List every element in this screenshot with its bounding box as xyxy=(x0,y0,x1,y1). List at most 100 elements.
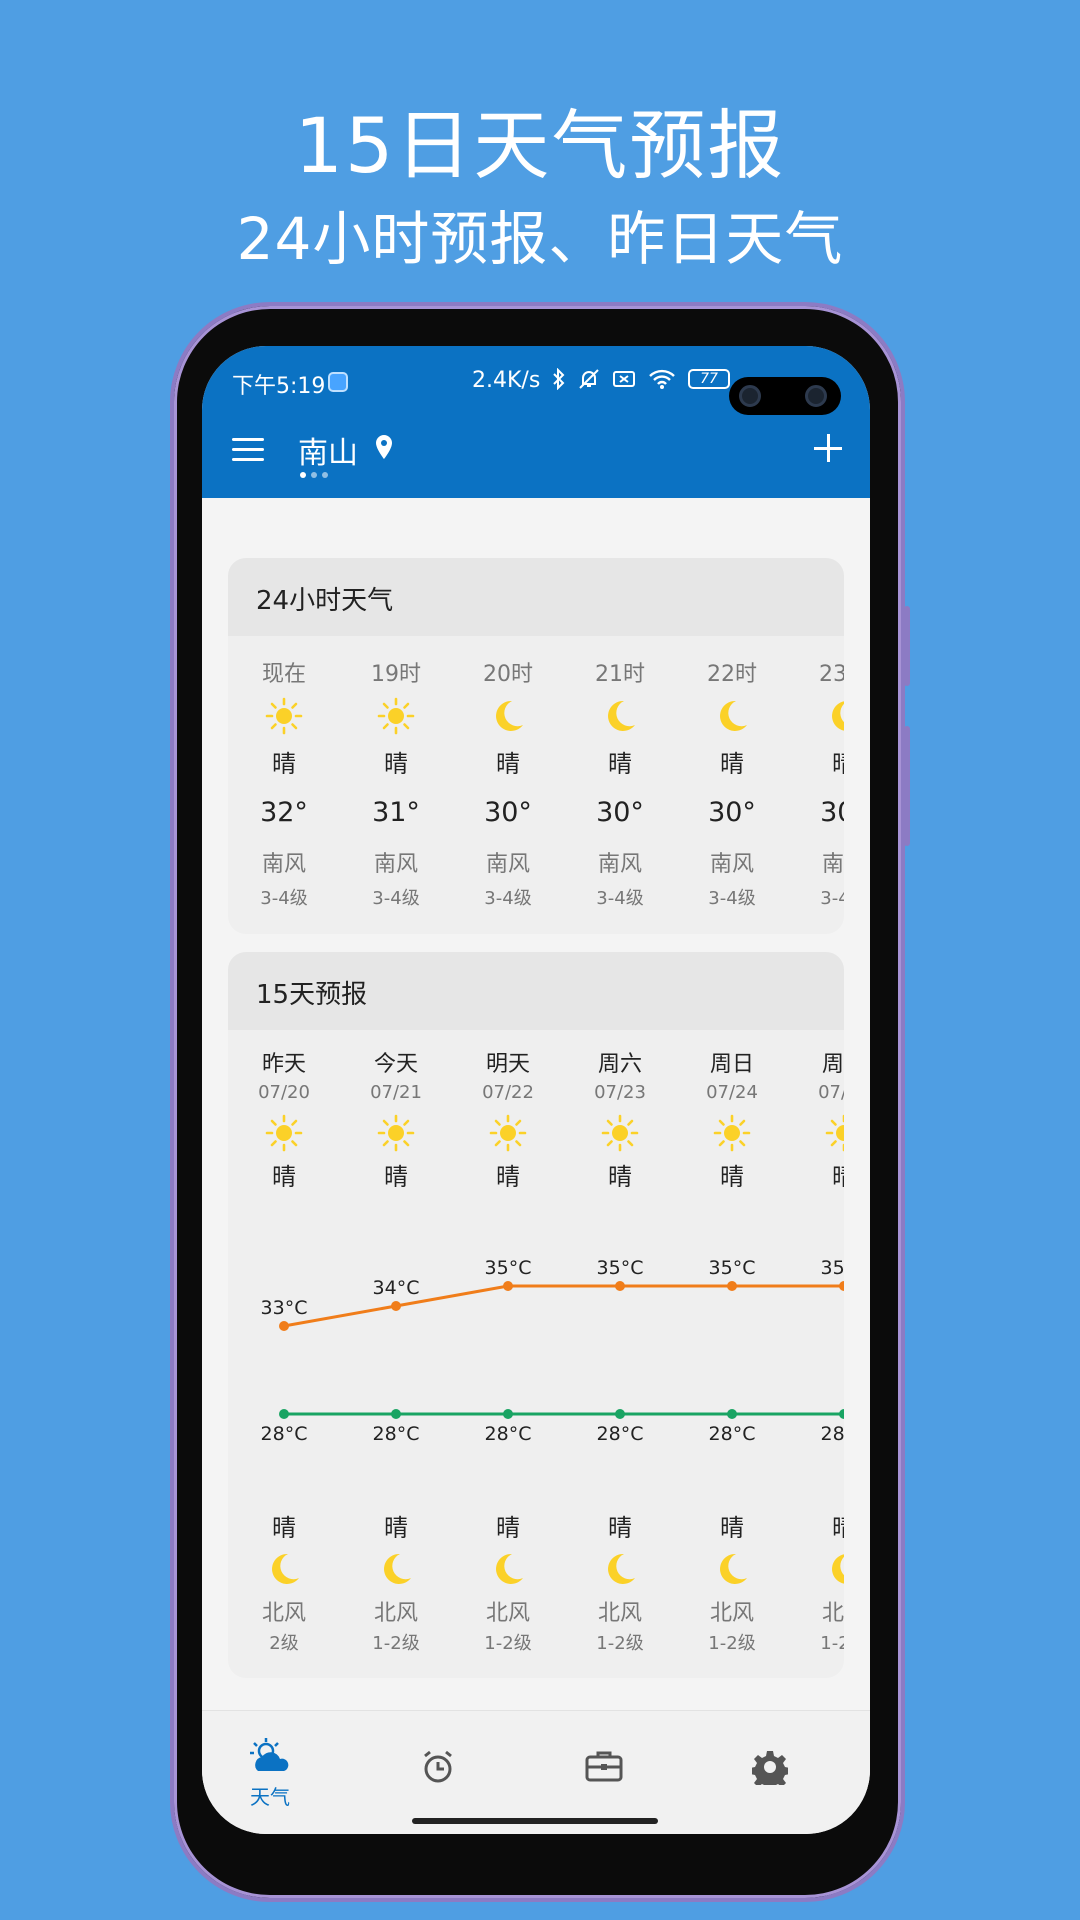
low-temp-point xyxy=(839,1409,844,1419)
night-wind: 北风 xyxy=(485,1601,530,1626)
hour-temperature: 30° xyxy=(708,797,756,828)
city-name[interactable]: 南山 xyxy=(298,428,358,472)
sun-icon xyxy=(265,697,303,735)
day-date: 07/21 xyxy=(370,1082,422,1103)
night-wind: 北风 xyxy=(821,1601,844,1626)
high-temp-point xyxy=(279,1321,289,1331)
night-wind-level: 2级 xyxy=(269,1633,299,1654)
high-temp-label: 35°C xyxy=(709,1257,756,1279)
moon-icon xyxy=(496,700,523,731)
wifi-icon xyxy=(649,369,675,389)
high-temp-label: 35°C xyxy=(597,1257,644,1279)
sun-icon xyxy=(377,1114,415,1152)
day-label: 昨天 xyxy=(261,1052,306,1077)
app-bar: 下午5:19 2.4K/s 77 南山 xyxy=(202,346,870,498)
hourly-item: 21时晴 30° 南风 3-4级 xyxy=(564,656,676,910)
low-temp-label: 28°C xyxy=(821,1423,844,1445)
nav-weather[interactable]: 天气 xyxy=(230,1737,310,1810)
battery-icon: 77 xyxy=(688,369,730,389)
hour-label: 21时 xyxy=(595,662,645,687)
low-temp-point xyxy=(727,1409,737,1419)
hour-wind: 南风 xyxy=(261,852,306,877)
night-wind-level: 1-2级 xyxy=(820,1633,844,1654)
daily-card-title: 15天预报 xyxy=(228,952,844,1030)
hourly-item: 19时晴 31° 南风 3-4级 xyxy=(340,656,452,910)
hour-wind-level: 3-4级 xyxy=(372,888,420,909)
bluetooth-icon xyxy=(553,368,565,390)
night-wind-level: 1-2级 xyxy=(596,1633,644,1654)
hour-condition: 晴 xyxy=(720,750,744,778)
low-temp-label: 28°C xyxy=(485,1423,532,1445)
nav-tools[interactable] xyxy=(564,1749,644,1787)
night-wind: 北风 xyxy=(261,1601,306,1626)
pager-dot xyxy=(322,472,328,478)
moon-icon xyxy=(720,1553,747,1584)
high-temp-label: 35°C xyxy=(485,1257,532,1279)
hour-wind-level: 3-4级 xyxy=(820,888,844,909)
sun-icon xyxy=(377,697,415,735)
moon-icon xyxy=(384,1553,411,1584)
hour-wind-level: 3-4级 xyxy=(260,888,308,909)
alarm-status-icon xyxy=(328,372,348,392)
high-temp-label: 33°C xyxy=(261,1297,308,1319)
hour-wind: 南风 xyxy=(709,852,754,877)
temperature-trend-chart: 33°C 28°C 34°C 28°C 35°C 28°C 35°C 28°C 35°C 28°C… xyxy=(261,1257,844,1445)
hourly-card-title: 24小时天气 xyxy=(228,558,844,636)
day-condition: 晴 xyxy=(788,1157,844,1192)
hour-temperature: 30° xyxy=(484,797,532,828)
day-date: 07/23 xyxy=(594,1082,646,1103)
low-temp-label: 28°C xyxy=(373,1423,420,1445)
daily-card: 15天预报 昨天 07/20 晴 晴北风 2级 今天 07/21 晴 晴北风 1-2级 明天 07/2… xyxy=(228,952,844,1678)
low-temp-point xyxy=(391,1409,401,1419)
menu-icon[interactable] xyxy=(232,438,264,462)
hour-condition: 晴 xyxy=(608,750,632,778)
hourly-item: 现在晴 32° 南风 3-4级 xyxy=(228,656,340,910)
sun-icon xyxy=(713,1114,751,1152)
hour-wind-level: 3-4级 xyxy=(596,888,644,909)
hourly-item: 20时晴 30° 南风 3-4级 xyxy=(452,656,564,910)
high-temp-point xyxy=(503,1281,513,1291)
promo-subtitle: 24小时预报、昨日天气 xyxy=(236,205,844,273)
day-label: 周日 xyxy=(709,1052,754,1077)
home-indicator[interactable] xyxy=(412,1818,658,1824)
no-sim-icon xyxy=(613,371,635,387)
daily-item: 昨天 07/20 晴 xyxy=(228,1046,340,1192)
sun-icon xyxy=(265,1114,303,1152)
status-time: 下午5:19 xyxy=(232,374,326,399)
hour-label: 现在 xyxy=(261,662,306,687)
nav-alarm[interactable] xyxy=(398,1749,478,1789)
high-temp-point xyxy=(727,1281,737,1291)
day-condition: 晴 xyxy=(384,1163,408,1191)
night-wind-level: 1-2级 xyxy=(372,1633,420,1654)
nav-settings[interactable] xyxy=(730,1749,810,1791)
moon-icon xyxy=(608,700,635,731)
low-temp-label: 28°C xyxy=(709,1423,756,1445)
day-label: 明天 xyxy=(485,1052,530,1077)
volume-button xyxy=(904,606,910,686)
hour-label: 22时 xyxy=(707,662,757,687)
hour-wind: 南风 xyxy=(373,852,418,877)
location-pin-icon xyxy=(376,435,392,459)
low-temp-point xyxy=(279,1409,289,1419)
night-wind-level: 1-2级 xyxy=(708,1633,756,1654)
hour-wind: 南风 xyxy=(485,852,530,877)
hour-wind-level: 3-4级 xyxy=(484,888,532,909)
day-label: 今天 xyxy=(373,1052,418,1077)
power-button xyxy=(904,726,910,846)
bottom-navigation: 天气 xyxy=(202,1710,870,1834)
hour-temperature: 30° xyxy=(820,797,844,828)
hour-condition: 晴 xyxy=(272,750,296,778)
toolbox-icon xyxy=(585,1751,623,1782)
hour-wind: 南风 xyxy=(597,852,642,877)
day-label: 周一 xyxy=(821,1052,844,1077)
daily-item: 周六 07/23 晴 xyxy=(564,1046,676,1192)
add-city-button[interactable] xyxy=(814,434,842,462)
hourly-item: 23时晴 30° 南风 3-4级 xyxy=(788,656,844,910)
high-temp-point xyxy=(839,1281,844,1291)
daily-item: 周一 07/25 晴 xyxy=(788,1046,844,1192)
day-condition: 晴 xyxy=(272,1163,296,1191)
moon-icon xyxy=(720,700,747,731)
low-temp-point xyxy=(615,1409,625,1419)
daily-item: 今天 07/21 晴 xyxy=(340,1046,452,1192)
moon-icon xyxy=(832,1554,844,1584)
